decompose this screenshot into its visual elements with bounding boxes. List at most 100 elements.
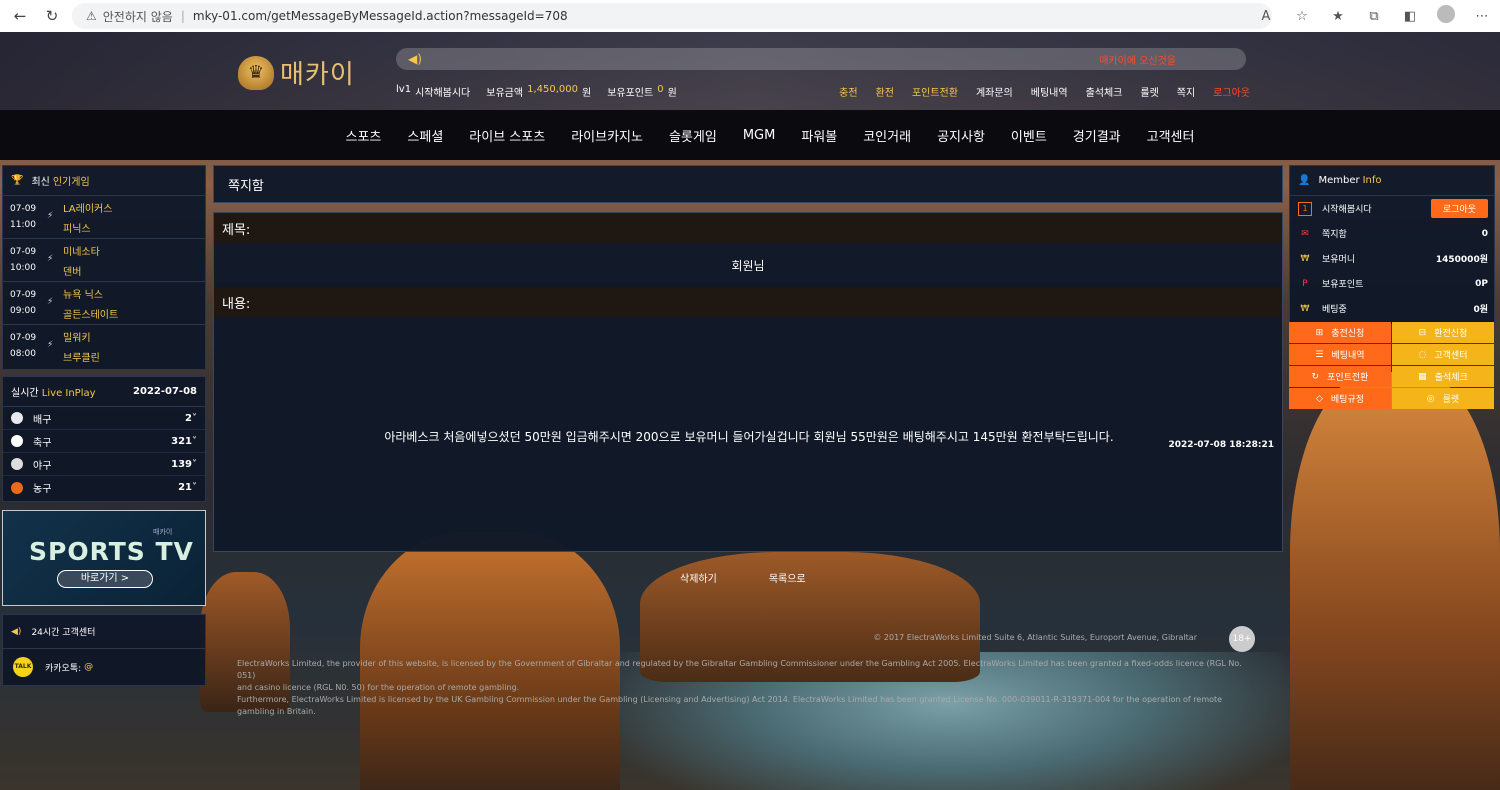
list-button[interactable]: 목록으로 [769,570,806,585]
refresh-icon: ↻ [1311,371,1320,382]
notice-ticker: ◀) 매카이에 오신것을 [396,48,1246,70]
nav-item-results[interactable]: 경기결과 [1073,126,1121,145]
speaker-icon: ◀) [408,52,422,66]
member-title-a: Member [1318,175,1360,186]
chat-icon: ◌ [1418,349,1427,360]
address-bar[interactable]: ⚠ 안전하지 않음 | mky-01.com/getMessageByMessa… [72,3,1272,29]
list-item[interactable]: 농구 21 ˅ [3,476,205,499]
roulette-button[interactable]: ◎ 룰렛 [1392,388,1494,409]
game-team2[interactable]: 골든스테이트 [63,306,118,321]
game-team1[interactable]: LA레이커스 [63,200,112,215]
license-text: and casino licence (RGL N0. 50) for the … [237,683,520,692]
message-date: 2022-07-08 18:28:21 [1168,440,1274,450]
game-team2[interactable]: 피닉스 [63,220,91,235]
favorites-icon[interactable]: ★ [1320,9,1356,24]
game-team1[interactable]: 미네소타 [63,243,100,258]
list-item[interactable]: 축구 321 ˅ [3,430,205,453]
balance-value: 1,450,000 [527,84,578,95]
volleyball-icon [11,412,23,424]
member-header: 👤 Member Info [1290,166,1494,196]
link-charge[interactable]: 충전 [839,84,857,99]
nav-item-support[interactable]: 고객센터 [1147,126,1195,145]
link-account-inquiry[interactable]: 계좌문의 [976,84,1013,99]
list-item[interactable]: 07-09 10:00 ⚡ 미네소타 덴버 [3,239,205,282]
nav-item-powerball[interactable]: 파워볼 [801,126,837,145]
link-bet-history[interactable]: 베팅내역 [1031,84,1068,99]
delete-button[interactable]: 삭제하기 [680,570,717,585]
quick-label: 베팅규정 [1330,395,1365,405]
game-team2[interactable]: 덴버 [63,263,81,278]
security-label: 안전하지 않음 [102,9,173,24]
message-view: 제목: 회원님 내용: 아라베스크 처음에넣으셨던 50만원 입금해주시면 20… [213,212,1283,552]
address-divider: | [180,9,185,23]
member-row-label: 베팅중 [1322,305,1347,315]
list-item[interactable]: 야구 139 ˅ [3,453,205,476]
nav-item-event[interactable]: 이벤트 [1011,126,1047,145]
sport-name: 야구 [33,460,52,472]
nav-item-sports[interactable]: 스포츠 [346,126,382,145]
live-date: 2022-07-08 [133,386,197,397]
avatar[interactable] [1437,5,1455,23]
link-logout[interactable]: 로그아웃 [1213,84,1250,99]
member-row[interactable]: ✉ 쪽지함 0 [1290,221,1494,246]
list-item[interactable]: 07-09 11:00 ⚡ LA레이커스 피닉스 [3,196,205,239]
chevron-down-icon[interactable]: ˅ [192,459,197,470]
attendance-button[interactable]: ▦ 출석체크 [1392,366,1494,387]
game-team1[interactable]: 뉴욕 닉스 [63,286,103,301]
link-messages[interactable]: 쪽지 [1177,84,1195,99]
back-icon[interactable]: ← [8,7,32,25]
sports-tv-banner[interactable]: 매카이 SPORTS TV 바로가기 > [2,510,206,606]
kakao-row[interactable]: TALK 카카오톡: @ [3,649,205,685]
list-item[interactable]: 07-09 08:00 ⚡ 밀워키 브루클린 [3,325,205,368]
charge-request-button[interactable]: ⊞ 충전신청 [1289,322,1391,343]
roulette-icon: ◎ [1426,393,1435,404]
nav-item-live-sports[interactable]: 라이브 스포츠 [469,126,545,145]
basketball-icon: ⚡ [47,254,54,264]
reload-icon[interactable]: ↻ [40,7,64,25]
member-row-value: 0원 [1473,305,1488,315]
link-roulette[interactable]: 룰렛 [1140,84,1158,99]
nav-item-slot[interactable]: 슬롯게임 [669,126,717,145]
quick-label: 포인트전환 [1327,373,1369,383]
logout-button[interactable]: 로그아웃 [1430,199,1488,218]
support-button[interactable]: ◌ 고객센터 [1392,344,1494,365]
list-item[interactable]: 07-09 09:00 ⚡ 뉴욕 닉스 골든스테이트 [3,282,205,325]
list-item[interactable]: 배구 2 ˅ [3,407,205,430]
favorite-add-icon[interactable]: ☆ [1284,9,1320,24]
url-text[interactable]: mky-01.com/getMessageByMessageId.action?… [193,9,568,23]
bet-history-button[interactable]: ☰ 베팅내역 [1289,344,1391,365]
kakao-value[interactable]: @ [84,662,93,672]
customer-service-panel: ◀) 24시간 고객센터 TALK 카카오톡: @ [2,614,206,686]
nav-item-coin[interactable]: 코인거래 [863,126,911,145]
read-aloud-icon[interactable]: A [1248,9,1284,24]
game-team1[interactable]: 밀워키 [63,329,91,344]
game-team2[interactable]: 브루클린 [63,349,100,364]
won-icon: ₩ [1300,303,1310,314]
extension-icon[interactable]: ◧ [1392,9,1428,24]
warning-icon[interactable]: ⚠ [86,9,97,23]
member-row: ₩ 베팅중 0원 [1290,296,1494,321]
more-menu-icon[interactable]: ⋯ [1464,9,1500,24]
link-attendance[interactable]: 출석체크 [1086,84,1123,99]
nav-item-notice[interactable]: 공지사항 [937,126,985,145]
chevron-down-icon[interactable]: ˅ [192,413,197,424]
collections-icon[interactable]: ⧉ [1356,9,1392,24]
member-row-label: 보유머니 [1322,255,1356,265]
link-exchange[interactable]: 환전 [876,84,894,99]
tv-go-button[interactable]: 바로가기 > [57,570,153,588]
bet-rules-button[interactable]: ◇ 베팅규정 [1289,388,1391,409]
point-convert-button[interactable]: ↻ 포인트전환 [1289,366,1391,387]
balance-label: 보유금액 [486,88,524,99]
quick-label: 출석체크 [1434,373,1468,383]
nav-item-mgm[interactable]: MGM [743,128,776,143]
chevron-down-icon[interactable]: ˅ [192,482,197,493]
site-logo[interactable]: ♛ 매카이 [238,54,355,91]
top-links: 충전 환전 포인트전환 계좌문의 베팅내역 출석체크 룰렛 쪽지 로그아웃 [839,84,1250,99]
points-label: 보유포인트 [607,88,654,99]
exchange-request-button[interactable]: ⊟ 환전신청 [1392,322,1494,343]
nav-item-special[interactable]: 스페셜 [407,126,443,145]
link-point-convert[interactable]: 포인트전환 [912,84,958,99]
nav-item-live-casino[interactable]: 라이브카지노 [571,126,643,145]
chevron-down-icon[interactable]: ˅ [192,436,197,447]
profile-icon[interactable] [1428,5,1464,27]
